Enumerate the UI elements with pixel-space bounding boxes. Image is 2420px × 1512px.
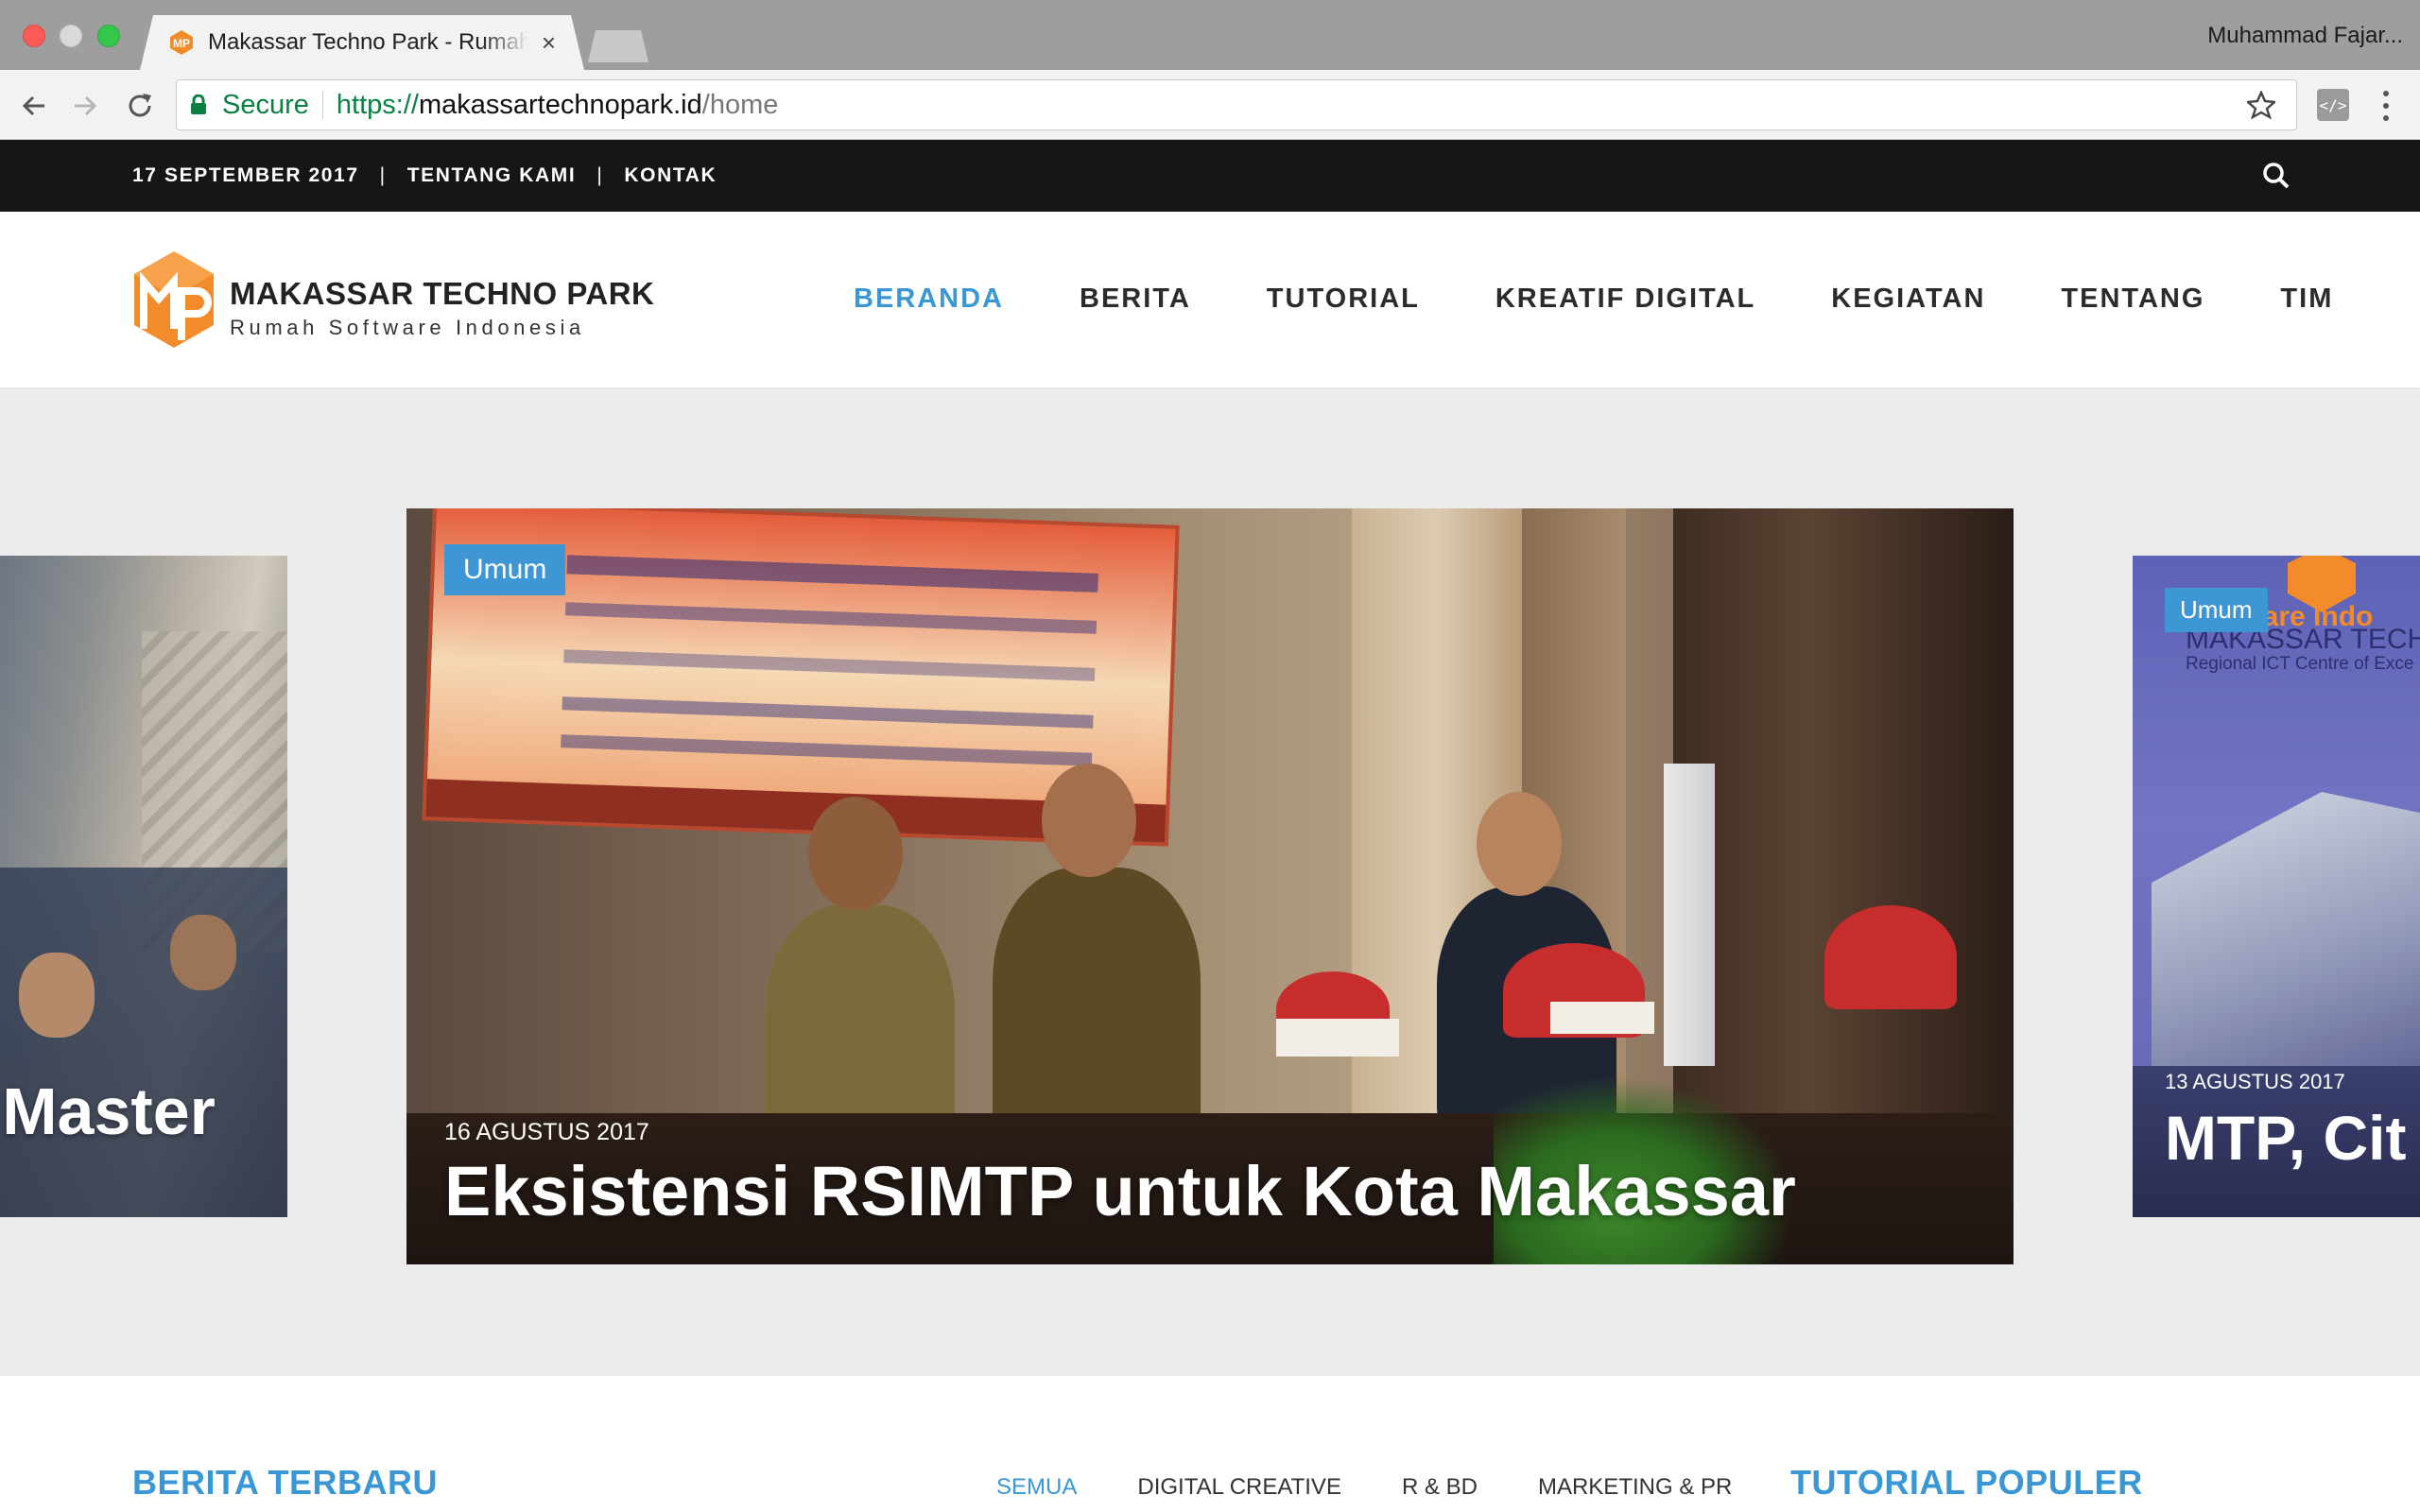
secure-label: Secure [222, 89, 309, 120]
site-topbar: 17 SEPTEMBER 2017 | TENTANG KAMI | KONTA… [0, 140, 2420, 212]
popular-tutorial-heading: TUTORIAL POPULER [1790, 1463, 2143, 1502]
svg-text:MP: MP [173, 37, 190, 50]
tab-r-bd[interactable]: R & BD [1402, 1474, 1478, 1501]
browser-tab-bar: MP Makassar Techno Park - Rumah Software… [0, 0, 2420, 70]
bookmark-star-icon[interactable] [2247, 91, 2275, 119]
slide-title[interactable]: MTP, Cit [2165, 1102, 2406, 1174]
site-favicon-icon: MP [170, 30, 193, 55]
nav-tim[interactable]: TIM [2280, 284, 2333, 315]
address-bar[interactable]: Secure https:// makassartechnopark.id /h… [176, 79, 2297, 130]
back-arrow-icon [22, 95, 44, 116]
logo-name[interactable]: MAKASSAR TECHNO PARK [230, 276, 654, 312]
person-image [1042, 764, 1136, 877]
audience-image [0, 868, 287, 1217]
nav-kegiatan[interactable]: KEGIATAN [1831, 284, 1985, 315]
slide-next[interactable]: Software Indo MAKASSAR TECHNOF Regional … [2133, 556, 2420, 1217]
tab-close-icon[interactable]: × [542, 28, 556, 58]
new-tab-button[interactable] [588, 30, 648, 62]
news-category-tabs: SEMUA DIGITAL CREATIVE R & BD MARKETING … [996, 1474, 1732, 1501]
nav-kreatif-digital[interactable]: KREATIF DIGITAL [1495, 284, 1755, 315]
logo-tagline: Rumah Software Indonesia [230, 316, 585, 339]
tab-semua[interactable]: SEMUA [996, 1474, 1077, 1501]
person-image [808, 797, 903, 910]
content-section: BERITA TERBARU SEMUA DIGITAL CREATIVE R … [0, 1376, 2420, 1512]
name-card-image [1276, 1019, 1399, 1057]
slide-previous[interactable]: T Master [0, 556, 287, 1217]
topbar-links: 17 SEPTEMBER 2017 | TENTANG KAMI | KONTA… [132, 164, 717, 187]
site-header: MAKASSAR TECHNO PARK Rumah Software Indo… [0, 212, 2420, 389]
slide-title[interactable]: Eksistensi RSIMTP untuk Kota Makassar [444, 1151, 1796, 1231]
person-image [170, 915, 236, 990]
url-path: /home [701, 89, 779, 120]
minimize-window-button[interactable] [60, 25, 82, 47]
person-image [1477, 792, 1562, 896]
nav-tentang[interactable]: TENTANG [2061, 284, 2204, 315]
browser-menu-icon[interactable] [2377, 87, 2395, 125]
url-host: makassartechnopark.id [418, 89, 702, 120]
profile-name[interactable]: Muhammad Fajar... [2207, 23, 2403, 49]
maximize-window-button[interactable] [97, 25, 120, 47]
tab-title: Makassar Techno Park - Rumah Software In… [208, 29, 529, 55]
featured-slider: T Master Umum 16 AGUSTUS 2017 Eksist [0, 389, 2420, 1376]
nav-berita[interactable]: BERITA [1080, 284, 1191, 315]
nav-beranda[interactable]: BERANDA [854, 284, 1004, 315]
category-badge[interactable]: Umum [2165, 588, 2268, 632]
lock-icon [191, 94, 206, 114]
banner-text: Regional ICT Centre of Exce [2186, 654, 2414, 674]
close-window-button[interactable] [23, 25, 45, 47]
slide-title[interactable]: T Master [0, 1074, 216, 1149]
forward-arrow-icon [75, 95, 97, 116]
wall-image [1673, 508, 2014, 1132]
link-tentang-kami[interactable]: TENTANG KAMI [407, 164, 577, 187]
omnibox-divider [321, 91, 323, 119]
reload-icon [129, 94, 151, 117]
latest-news-heading: BERITA TERBARU [132, 1463, 438, 1502]
topbar-separator: | [379, 164, 387, 186]
air-conditioner-image [1664, 764, 1715, 1066]
person-image [993, 868, 1201, 1151]
name-card-image [1550, 1002, 1654, 1034]
category-badge[interactable]: Umum [444, 544, 566, 595]
main-nav: BERANDA BERITA TUTORIAL KREATIF DIGITAL … [854, 284, 2333, 315]
nav-tutorial[interactable]: TUTORIAL [1267, 284, 1420, 315]
building-image [2152, 792, 2420, 1094]
topbar-separator: | [596, 164, 604, 186]
tab-digital-creative[interactable]: DIGITAL CREATIVE [1137, 1474, 1341, 1501]
search-icon[interactable] [2261, 161, 2291, 191]
reload-button[interactable] [121, 87, 159, 125]
decoration-image [1824, 905, 1957, 1009]
slide-current[interactable]: Umum 16 AGUSTUS 2017 Eksistensi RSIMTP u… [406, 508, 2014, 1264]
tab-marketing-pr[interactable]: MARKETING & PR [1538, 1474, 1732, 1501]
forward-button[interactable] [66, 87, 104, 125]
slide-date: 16 AGUSTUS 2017 [444, 1119, 649, 1145]
back-button[interactable] [15, 87, 53, 125]
extension-icon[interactable]: </> [2317, 89, 2349, 121]
link-kontak[interactable]: KONTAK [624, 164, 717, 187]
browser-toolbar: Secure https:// makassartechnopark.id /h… [0, 70, 2420, 140]
current-date: 17 SEPTEMBER 2017 [132, 164, 359, 186]
slide-date: 13 AGUSTUS 2017 [2165, 1070, 2345, 1093]
person-image [19, 953, 95, 1038]
browser-tab-active[interactable]: MP Makassar Techno Park - Rumah Software… [140, 15, 584, 70]
url-protocol: https:// [336, 89, 419, 120]
mtp-logo-icon[interactable] [130, 249, 217, 352]
